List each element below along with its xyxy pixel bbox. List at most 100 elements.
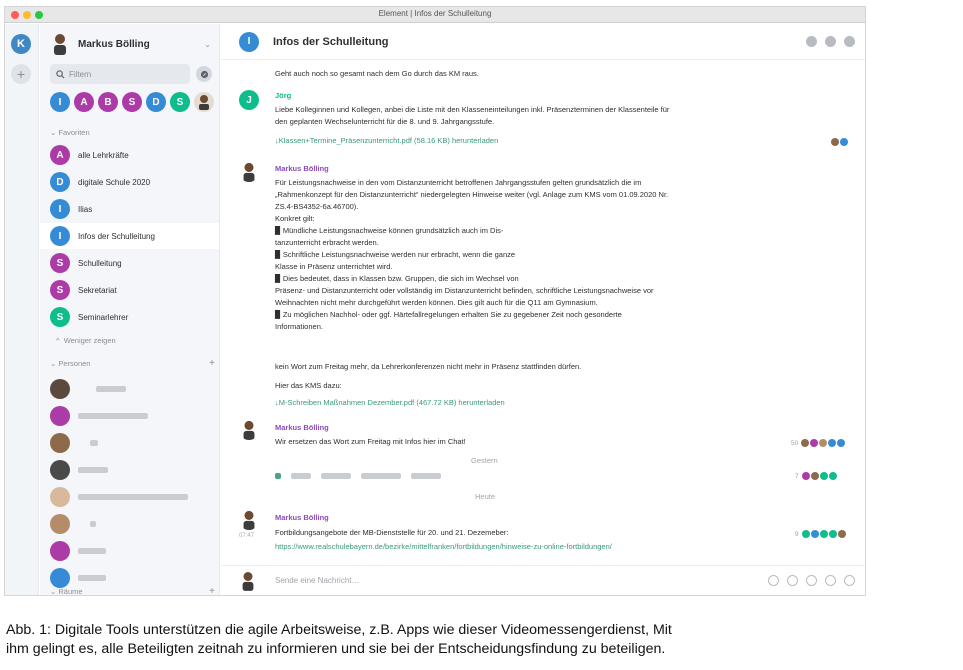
date-separator-yesterday: Gestern — [471, 456, 498, 465]
person-item[interactable] — [50, 433, 98, 453]
room-name: Sekretariat — [78, 285, 117, 295]
recent-person-avatar[interactable] — [194, 92, 214, 112]
favourites-label: Favoriten — [58, 128, 90, 137]
message-body: Liebe Kolleginnen und Kollegen, anbei di… — [275, 104, 775, 128]
caption-line: Abb. 1: Digitale Tools unterstützen die … — [6, 622, 672, 638]
search-icon[interactable] — [806, 36, 817, 47]
show-less-label: Weniger zeigen — [63, 336, 116, 345]
redacted-message — [275, 473, 441, 479]
person-avatar — [50, 487, 70, 507]
attachment-icon[interactable] — [768, 575, 779, 586]
room-avatar: D — [50, 172, 70, 192]
read-receipts[interactable]: 9 — [795, 530, 846, 538]
people-section-header[interactable]: ⌄ Personen + — [50, 358, 215, 369]
filter-input[interactable] — [69, 69, 179, 79]
explore-rooms-button[interactable] — [196, 66, 212, 82]
message-body: Fortbildungsangebote der MB-Dienststelle… — [275, 528, 509, 537]
receipt-avatar — [828, 530, 837, 538]
read-receipts[interactable]: 50 — [791, 439, 846, 447]
room-item-digitale-schule[interactable]: D digitale Schule 2020 — [40, 169, 219, 195]
receipt-avatar — [837, 530, 846, 538]
room-name: Infos der Schulleitung — [78, 231, 155, 241]
recent-room-avatar[interactable]: S — [170, 92, 190, 112]
person-item[interactable] — [50, 541, 106, 561]
person-avatar — [50, 460, 70, 480]
person-item[interactable] — [50, 406, 148, 426]
room-title[interactable]: Infos der Schulleitung — [273, 36, 389, 48]
receipt-avatar — [810, 439, 819, 447]
sender-name[interactable]: Markus Bölling — [275, 423, 329, 432]
rooms-section-header[interactable]: ⌄ Räume + — [50, 586, 215, 596]
sender-avatar[interactable] — [239, 162, 259, 182]
message-line: Informationen. — [275, 322, 323, 331]
receipt-count: 7 — [795, 472, 799, 480]
file-download-link[interactable]: ↓M-Schreiben Maßnahmen Dezember.pdf (467… — [275, 397, 775, 409]
room-avatar: S — [50, 253, 70, 273]
person-item[interactable] — [50, 568, 106, 588]
person-avatar — [50, 406, 70, 426]
sender-avatar[interactable] — [239, 420, 259, 440]
add-room-icon[interactable]: + — [209, 586, 215, 595]
bell-icon[interactable] — [825, 36, 836, 47]
home-space-avatar[interactable]: K — [11, 34, 31, 54]
redacted-text — [291, 473, 311, 479]
person-item[interactable] — [50, 379, 126, 399]
message-line: ZS.4-BS4352-6a.46700). — [275, 202, 359, 211]
chevron-down-icon: ⌄ — [50, 587, 59, 596]
favourites-section-header[interactable]: ⌄ Favoriten — [50, 128, 215, 137]
room-item-schulleitung[interactable]: S Schulleitung — [40, 250, 219, 276]
recent-rooms-bar: I A B S D S — [50, 92, 214, 112]
receipt-avatar — [810, 530, 819, 538]
room-item-alle-lehrkraefte[interactable]: A alle Lehrkräfte — [40, 142, 219, 168]
add-space-button[interactable]: + — [11, 64, 31, 84]
sticker-icon[interactable] — [806, 575, 817, 586]
redacted-name — [96, 386, 126, 392]
message-input[interactable] — [275, 576, 675, 585]
sender-name[interactable]: Markus Bölling — [275, 513, 329, 522]
message-link[interactable]: https://www.realschulebayern.de/bezirke/… — [275, 541, 835, 553]
user-menu[interactable]: Markus Bölling ⌄ — [50, 32, 211, 56]
room-filter[interactable] — [50, 64, 190, 84]
room-item-ilias[interactable]: I Ilias — [40, 196, 219, 222]
recent-room-avatar[interactable]: B — [98, 92, 118, 112]
show-less-button[interactable]: ^ Weniger zeigen — [56, 336, 116, 345]
room-item-infos-der-schulleitung[interactable]: I Infos der Schulleitung — [40, 223, 219, 249]
recent-room-avatar[interactable]: S — [122, 92, 142, 112]
sender-avatar[interactable]: J — [239, 90, 259, 110]
voice-call-icon[interactable] — [825, 575, 836, 586]
recent-room-avatar[interactable]: D — [146, 92, 166, 112]
message-line: Präsenz- und Distanzunterricht oder voll… — [275, 286, 654, 295]
message-line: tanzunterricht erbracht werden. — [275, 238, 379, 247]
person-item[interactable] — [50, 487, 188, 507]
file-download-link[interactable]: ↓Klassen+Termine_Präsenzunterricht.pdf (… — [275, 135, 775, 147]
room-list-sidebar: Markus Bölling ⌄ I A B S D S — [40, 24, 220, 595]
receipt-avatar — [831, 138, 839, 146]
person-item[interactable] — [50, 514, 96, 534]
receipt-avatar — [810, 472, 819, 480]
sender-name[interactable]: Jörg — [275, 91, 291, 100]
room-avatar: A — [50, 145, 70, 165]
receipt-count: 50 — [791, 439, 799, 447]
room-item-seminarlehrer[interactable]: S Seminarlehrer — [40, 304, 219, 330]
message-line: Weihnachten nicht mehr durchgeführt werd… — [275, 298, 598, 307]
receipt-avatar — [801, 530, 810, 538]
add-person-icon[interactable]: + — [209, 358, 215, 369]
recent-room-avatar[interactable]: I — [50, 92, 70, 112]
rooms-label: Räume — [58, 587, 83, 596]
read-receipts[interactable]: 7 — [795, 472, 837, 480]
info-icon[interactable] — [844, 36, 855, 47]
room-item-sekretariat[interactable]: S Sekretariat — [40, 277, 219, 303]
figure-caption: Abb. 1: Digitale Tools unterstützen die … — [6, 621, 956, 659]
message-body: Wir ersetzen das Wort zum Freitag mit In… — [275, 437, 466, 446]
recent-room-avatar[interactable]: A — [74, 92, 94, 112]
redacted-name — [78, 548, 106, 554]
video-call-icon[interactable] — [844, 575, 855, 586]
redacted-name — [90, 521, 96, 527]
room-header-avatar[interactable]: I — [239, 31, 259, 52]
emoji-icon[interactable] — [787, 575, 798, 586]
sender-name[interactable]: Markus Bölling — [275, 164, 329, 173]
read-receipts[interactable] — [831, 138, 848, 146]
sender-avatar[interactable] — [239, 510, 259, 530]
receipt-avatar — [828, 439, 837, 447]
person-item[interactable] — [50, 460, 108, 480]
